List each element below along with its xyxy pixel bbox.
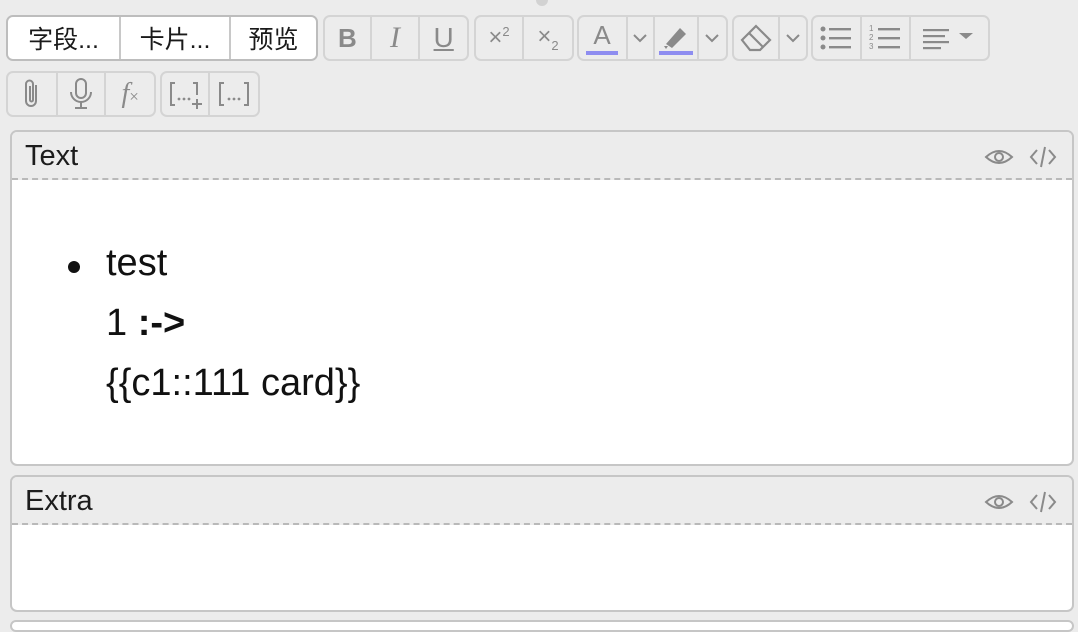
text-color-icon: A xyxy=(586,20,619,55)
list-line-1: test xyxy=(106,242,168,284)
paperclip-icon xyxy=(24,79,37,107)
ordered-list-button[interactable]: 1 2 3 xyxy=(862,17,911,59)
code-icon[interactable] xyxy=(1028,144,1058,170)
rich-text-editor[interactable]: test 1 :-> {{c1::111 card}} xyxy=(12,180,1072,463)
align-icon xyxy=(923,29,974,50)
media-button-group: f× xyxy=(6,71,156,117)
cloze-same-button[interactable] xyxy=(210,73,258,115)
notetype-button-group: 字段... 卡片... 预览 xyxy=(6,15,318,61)
fields-button[interactable]: 字段... xyxy=(8,17,121,59)
code-icon[interactable] xyxy=(1028,489,1058,515)
list-line-3: {{c1::111 card}} xyxy=(106,362,361,404)
underline-button[interactable]: U xyxy=(420,17,467,59)
superscript-button[interactable]: ×2 xyxy=(476,17,525,59)
highlight-icon xyxy=(658,28,693,55)
color-button-group: A xyxy=(577,15,728,61)
unordered-list-button[interactable] xyxy=(813,17,862,59)
svg-text:1: 1 xyxy=(869,24,874,33)
svg-text:3: 3 xyxy=(869,42,874,51)
align-button[interactable] xyxy=(911,17,988,59)
cloze-new-button[interactable] xyxy=(162,73,211,115)
italic-button[interactable]: I xyxy=(372,17,421,59)
line-2-prefix: 1 xyxy=(106,302,138,344)
format-button-group: B I U xyxy=(323,15,469,61)
text-color-dropdown[interactable] xyxy=(628,17,655,59)
chevron-down-icon xyxy=(705,34,720,43)
bullet-list-icon xyxy=(820,26,852,50)
eraser-button-group xyxy=(732,15,808,61)
chevron-down-icon xyxy=(786,34,800,43)
svg-text:A: A xyxy=(594,20,612,50)
formula-icon: f× xyxy=(121,78,139,109)
cloze-same-icon xyxy=(219,82,250,106)
script-button-group: ×2 ×2 xyxy=(474,15,574,61)
attach-button[interactable] xyxy=(8,73,58,115)
microphone-icon xyxy=(70,78,92,109)
superscript-icon: ×2 xyxy=(488,24,510,51)
eraser-dropdown[interactable] xyxy=(780,17,806,59)
bullet-marker xyxy=(68,261,80,273)
eye-icon[interactable] xyxy=(984,489,1014,515)
field-text: Text test 1 :-> {{c1::111 card}} xyxy=(10,130,1074,466)
preview-button[interactable]: 预览 xyxy=(231,17,316,59)
field-header: Extra xyxy=(12,477,1072,525)
rich-text-editor[interactable] xyxy=(12,525,1072,610)
field-label: Extra xyxy=(25,485,93,517)
text-color-button[interactable]: A xyxy=(579,17,628,59)
bold-icon: B xyxy=(337,22,357,53)
cloze-new-icon xyxy=(170,82,203,109)
subscript-icon: ×2 xyxy=(537,23,559,53)
subscript-button[interactable]: ×2 xyxy=(524,17,572,59)
eye-icon[interactable] xyxy=(984,144,1014,170)
cards-button[interactable]: 卡片... xyxy=(121,17,231,59)
eraser-button[interactable] xyxy=(734,17,780,59)
eraser-icon xyxy=(740,24,772,52)
field-extra: Extra xyxy=(10,475,1074,612)
editor-toolbar: 字段... 卡片... 预览 B I U ×2 ×2 A 1 2 3 f× xyxy=(0,0,1078,126)
field-header: Text xyxy=(12,132,1072,180)
formula-button[interactable]: f× xyxy=(106,73,154,115)
chevron-down-icon xyxy=(633,34,648,43)
bold-button[interactable]: B xyxy=(325,17,372,59)
list-line-2: 1 :-> xyxy=(106,302,185,345)
italic-icon: I xyxy=(390,21,401,54)
cloze-button-group xyxy=(160,71,260,117)
svg-text:2: 2 xyxy=(869,33,874,42)
highlight-dropdown[interactable] xyxy=(699,17,726,59)
line-2-bold-text: :-> xyxy=(137,302,186,344)
record-audio-button[interactable] xyxy=(58,73,107,115)
highlight-button[interactable] xyxy=(655,17,699,59)
list-button-group: 1 2 3 xyxy=(811,15,990,61)
underline-icon: U xyxy=(433,22,454,53)
field-label: Text xyxy=(25,140,79,172)
numbered-list-icon: 1 2 3 xyxy=(869,24,901,51)
next-field-edge xyxy=(10,620,1074,632)
